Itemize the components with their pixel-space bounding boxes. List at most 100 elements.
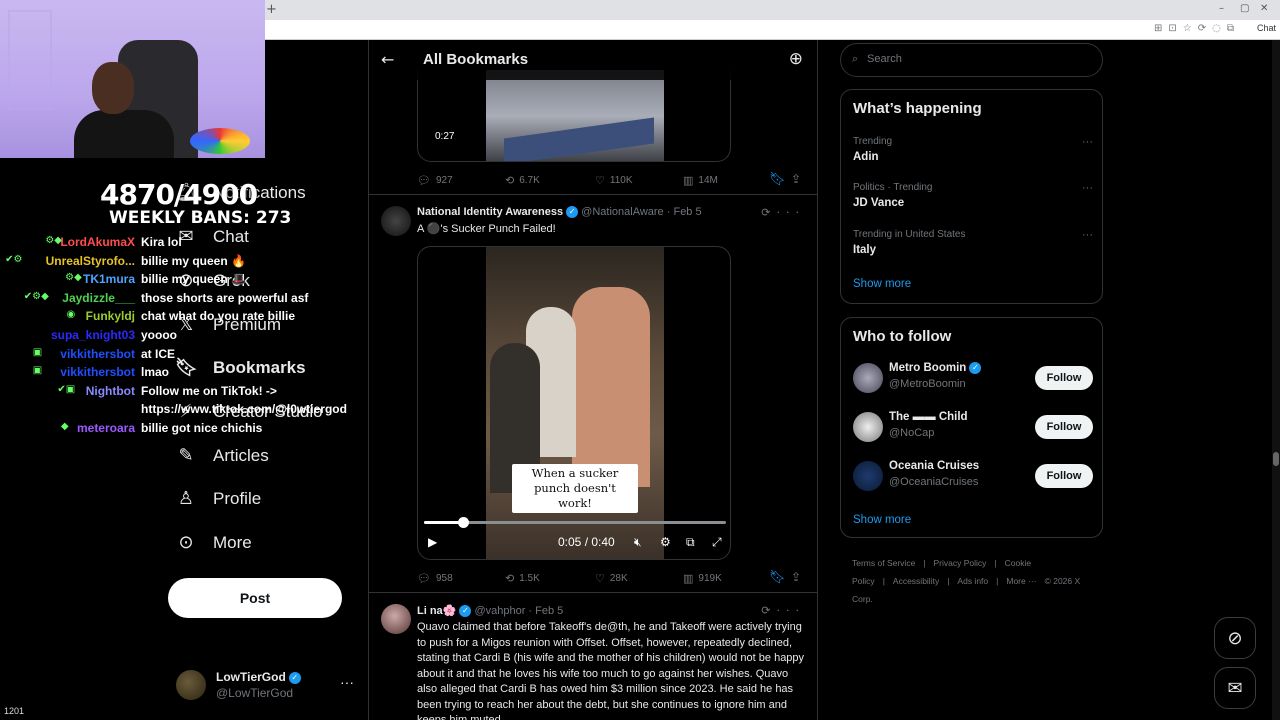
chat-text: billie my queen 🎩: [141, 272, 246, 287]
follow-suggestion[interactable]: Metro Boomin ✓ @MetroBoomin Follow: [853, 361, 1093, 395]
webcam-body: [74, 110, 174, 158]
browser-chat-button[interactable]: Chat: [1257, 23, 1276, 33]
video-scrubber[interactable]: [424, 517, 726, 528]
timeline-header: ← All Bookmarks ⊕: [369, 40, 817, 80]
search-input[interactable]: [867, 53, 1067, 65]
tweet-actions: 💬︎ 958 ⟲ 1.5K ♡ 28K ▥ 919K 🔖︎ ⇪: [417, 570, 807, 588]
repost-button[interactable]: ⟲ 1.5K: [505, 572, 540, 585]
mute-icon[interactable]: 🔇︎: [634, 535, 642, 550]
extension-icons[interactable]: ⊞⊡☆⟳◌⧉: [1154, 23, 1240, 34]
add-folder-icon[interactable]: ⊕: [789, 49, 803, 69]
settings-icon[interactable]: ⚙: [660, 535, 671, 549]
author-name[interactable]: Li na🌸: [417, 605, 456, 617]
grok-icon[interactable]: ⟳: [761, 206, 776, 219]
search-icon: ⌕: [852, 52, 859, 65]
new-tab-button[interactable]: +: [266, 2, 277, 17]
bar-chart-icon: ▥: [683, 572, 694, 585]
tweet-divider: [369, 194, 817, 195]
chat-badge-icons: ✔⚙◆: [23, 290, 49, 302]
follow-suggestion[interactable]: The ▬▬ Child @NoCap Follow: [853, 410, 1093, 444]
follow-suggestion[interactable]: Oceania Cruises @OceaniaCruises Follow: [853, 459, 1093, 493]
account-switcher[interactable]: LowTierGod ✓ @LowTierGod ···: [176, 668, 356, 702]
tweet-video[interactable]: When a sucker punch doesn't work! ▶ 0:05…: [417, 246, 731, 560]
author-handle[interactable]: @vahphor: [474, 605, 525, 617]
trend-item[interactable]: Trending in United States Italy ···: [853, 229, 1093, 265]
repost-icon: ⟲: [505, 572, 515, 585]
footer-link[interactable]: Ads info: [957, 576, 988, 586]
footer-link[interactable]: Privacy Policy: [934, 558, 987, 568]
page-scrollbar[interactable]: [1272, 40, 1280, 720]
nav-profile[interactable]: ♙ Profile: [175, 488, 261, 509]
views-button[interactable]: ▥ 14M: [683, 174, 718, 187]
trend-item[interactable]: Trending Adin ···: [853, 136, 1093, 172]
share-icon[interactable]: ⇪: [791, 570, 801, 584]
grok-icon[interactable]: ⟳: [761, 604, 776, 617]
share-icon[interactable]: ⇪: [791, 172, 801, 186]
right-sidebar: ⌕ What’s happening Trending Adin ··· Pol…: [840, 40, 1104, 720]
author-name[interactable]: National Identity Awareness: [417, 206, 563, 218]
trend-item[interactable]: Politics · Trending JD Vance ···: [853, 182, 1093, 218]
more-dots-icon[interactable]: ···: [1082, 136, 1093, 148]
chat-message: UnrealStyrofo... ✔⚙ billie my queen 🔥: [0, 252, 360, 271]
play-icon[interactable]: ▶: [428, 535, 437, 549]
follow-button[interactable]: Follow: [1035, 415, 1093, 439]
more-dots-icon[interactable]: ···: [1082, 229, 1093, 241]
chat-username: meteroara: [76, 420, 135, 435]
bookmark-filled-icon[interactable]: 🔖︎: [769, 172, 786, 187]
scrubber-handle[interactable]: [458, 517, 470, 528]
fullscreen-icon[interactable]: ⤢: [712, 535, 722, 550]
reply-button[interactable]: 💬︎ 927: [417, 174, 453, 187]
chat-message: Funkyldj ◉ chat what do you rate billie: [0, 307, 360, 326]
author-handle[interactable]: @NationalAware: [581, 206, 664, 218]
footer-link[interactable]: Terms of Service: [852, 558, 915, 568]
chat-text: yoooo: [141, 327, 177, 342]
show-more-link[interactable]: Show more: [853, 514, 911, 526]
tweet-date[interactable]: · Feb 5: [667, 206, 702, 218]
follow-button[interactable]: Follow: [1035, 464, 1093, 488]
bookmark-filled-icon[interactable]: 🔖︎: [769, 570, 786, 585]
address-bar[interactable]: ⊞⊡☆⟳◌⧉ Chat: [265, 20, 1280, 40]
more-dots-icon[interactable]: ···: [777, 604, 806, 617]
avatar[interactable]: [381, 604, 411, 634]
messages-fab[interactable]: ✉: [1214, 667, 1256, 709]
post-button[interactable]: Post: [168, 578, 342, 618]
like-button[interactable]: ♡ 110K: [595, 174, 633, 187]
picture-in-picture-icon[interactable]: ⧉: [686, 535, 695, 550]
scrollbar-thumb[interactable]: [1273, 452, 1279, 466]
close-window-button[interactable]: ✕: [1260, 3, 1268, 14]
avatar[interactable]: [381, 206, 411, 236]
follow-button[interactable]: Follow: [1035, 366, 1093, 390]
nav-more[interactable]: ⊙ More: [175, 532, 251, 553]
repost-count: 6.7K: [519, 175, 540, 186]
maximize-button[interactable]: ▢: [1240, 3, 1249, 14]
tweet-menu[interactable]: ⟳···: [761, 206, 805, 219]
tweet-menu[interactable]: ⟳···: [761, 604, 805, 617]
repost-button[interactable]: ⟲ 6.7K: [505, 174, 540, 187]
bookmarks-timeline[interactable]: ← All Bookmarks ⊕ 0:27 💬︎ 927 ⟲ 6.7K ♡ 110K…: [368, 40, 818, 720]
trend-topic: Italy: [853, 244, 877, 256]
chat-badge-icons: ◉: [66, 309, 76, 321]
verified-icon: ✓: [459, 605, 472, 618]
like-button[interactable]: ♡ 28K: [595, 572, 628, 585]
back-arrow-icon[interactable]: ←: [381, 50, 394, 69]
grok-fab[interactable]: ⊘: [1214, 617, 1256, 659]
show-more-link[interactable]: Show more: [853, 278, 911, 290]
more-dots-icon[interactable]: ···: [1082, 182, 1093, 194]
more-dots-icon[interactable]: ···: [340, 674, 354, 690]
reply-button[interactable]: 💬︎ 958: [417, 572, 453, 585]
views-button[interactable]: ▥ 919K: [683, 572, 722, 585]
footer-link[interactable]: More ···: [1006, 576, 1036, 586]
nav-articles[interactable]: ✎ Articles: [175, 445, 268, 466]
avatar: [853, 412, 883, 442]
tweet-actions: 💬︎ 927 ⟲ 6.7K ♡ 110K ▥ 14M 🔖︎ ⇪: [417, 172, 807, 190]
search-box[interactable]: ⌕: [840, 43, 1103, 77]
video-person-right: [572, 287, 650, 487]
minimize-button[interactable]: –: [1219, 3, 1224, 14]
footer-link[interactable]: Accessibility: [893, 576, 939, 586]
suggestion-handle: @MetroBoomin: [889, 378, 966, 390]
more-dots-icon[interactable]: ···: [777, 206, 806, 219]
tweet-video[interactable]: 0:27: [417, 70, 731, 162]
tweet-date[interactable]: · Feb 5: [528, 605, 563, 617]
whats-happening-panel: What’s happening Trending Adin ··· Polit…: [840, 89, 1103, 304]
chat-message: supa_knight03 yoooo: [0, 326, 360, 345]
